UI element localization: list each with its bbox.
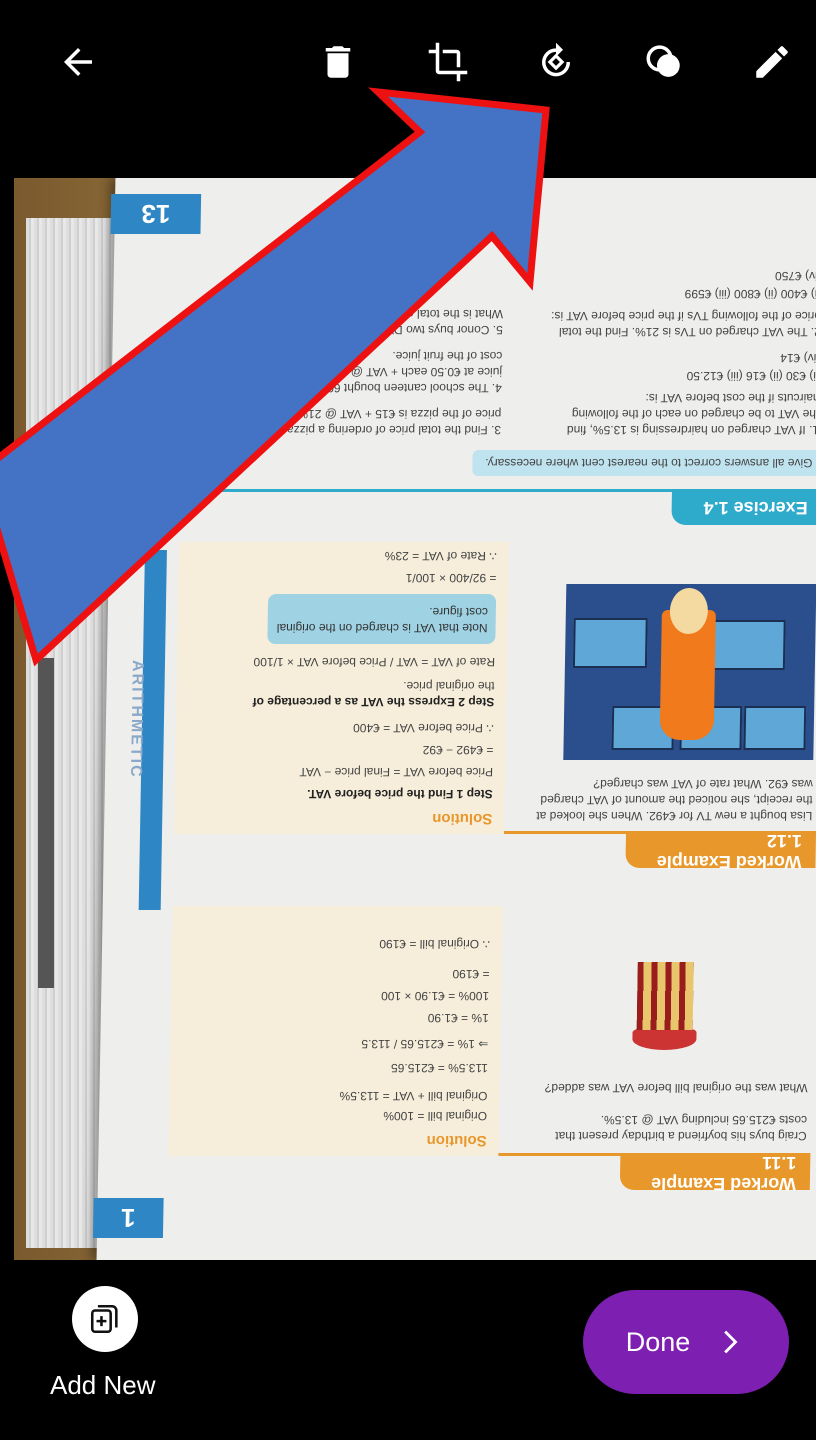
add-page-icon [90, 1304, 118, 1334]
edit-button[interactable] [740, 30, 804, 94]
we12-question-line: the receipt, she noticed the amount of V… [540, 793, 813, 807]
tv-shop-photo [563, 584, 816, 760]
add-new-button[interactable] [72, 1286, 138, 1352]
page-number-badge-13: 13 [110, 194, 202, 234]
rotate-icon [542, 42, 571, 77]
worked-example-1-12-title: Worked Example 1.12 [625, 831, 816, 872]
note-text: Note that VAT is charged on the original… [276, 605, 488, 635]
solution-label: Solution [432, 810, 493, 827]
exercise-item-line: price of the pizza is €15 + VAT @ 21%. [293, 407, 502, 421]
exercise-item-line: price of the following TVs if the price … [551, 309, 816, 323]
we12-step-line: Price before VAT = Final price − VAT [299, 765, 494, 779]
we11-solution-line: Original bill = 100% [383, 1109, 488, 1123]
section-rule [201, 489, 816, 492]
book-page: 13 1 ARITHMETIC Worked Example 1.11 Crai… [92, 178, 816, 1260]
gift-box-image [628, 960, 702, 1050]
we11-solution-line: 113.5% = €215.65 [390, 1061, 489, 1075]
add-new-label: Add New [50, 1370, 156, 1400]
exercise-item-line: 1. If VAT charged on hairdressing is 13.… [566, 423, 816, 437]
we12-step-line: = €492 − €92 [422, 743, 494, 757]
solution-label: Solution [426, 1132, 487, 1149]
exercise-item-line: the VAT to be charged on each of the fol… [571, 407, 816, 421]
exercise-item-line: (iv) €14 [780, 351, 816, 365]
top-toolbar [0, 0, 816, 130]
side-section-label: ARITHMETIC [126, 660, 146, 779]
exercise-item-line: 2. The VAT charged on TVs is 21%. Find t… [558, 325, 816, 339]
done-button[interactable]: Done [583, 1290, 789, 1394]
trash-icon [325, 46, 351, 78]
rotate-button[interactable] [524, 30, 588, 94]
we12-step-line: ∴ Price before VAT = €400 [353, 721, 494, 735]
done-label: Done [625, 1326, 691, 1357]
we11-question-line: What was the original bill before VAT wa… [544, 1081, 808, 1095]
we12-step-line: ∴ Rate of VAT = 23% [384, 549, 497, 563]
pencil-icon [756, 46, 788, 78]
we11-solution-line: ∴ Original bill = €190 [379, 937, 491, 951]
exercise-item-line: juice at €0.50 each + VAT @ 21%. Find th… [247, 365, 503, 379]
exercise-item-line: (i) €400 (ii) €800 (iii) €599 [684, 287, 816, 301]
we12-question-line: Lisa bought a new TV for €492. When she … [536, 809, 813, 823]
delete-button[interactable] [306, 30, 370, 94]
book-spine-shadow [38, 658, 54, 988]
exercise-item-line: 5. Conor buys two DVDs at €12 excluding … [253, 323, 503, 337]
arrow-left-icon [64, 48, 92, 76]
exercise-item-line: (iv) €750 [774, 269, 816, 283]
crop-icon [428, 42, 468, 82]
we12-step-line: = 92/400 × 100/1 [405, 571, 497, 585]
exercise-item-line: What is the total cost? [384, 307, 504, 321]
exercise-item-line: 3. Find the total price of ordering a pi… [257, 423, 502, 437]
worked-example-1-11-title: Worked Example 1.11 [619, 1153, 811, 1194]
we12-solution-box: Solution Step 1 Find the price before VA… [173, 542, 510, 834]
we11-question-line: Craig buys his boyfriend a birthday pres… [555, 1129, 807, 1143]
we12-step-line: Step 2 Express the VAT as a percentage o… [252, 695, 495, 709]
we12-step-line: Rate of VAT = VAT / Price before VAT × 1… [253, 655, 496, 669]
chevron-right-icon [724, 1330, 738, 1354]
exercise-item-line: (i) €30 (ii) €16 (iii) €12.50 [686, 369, 816, 383]
we11-solution-line: 100% = €1.90 × 100 [380, 989, 490, 1003]
back-button[interactable] [46, 30, 110, 94]
filter-icon [646, 45, 680, 77]
we12-step-line: Step 1 Find the price before VAT. [306, 787, 493, 801]
exercise-1-4-title: Exercise 1.4 [671, 491, 816, 525]
exercise-item-line: 4. The school canteen bought 60 cartons … [247, 381, 502, 395]
upside-down-content: 13 1 ARITHMETIC Worked Example 1.11 Crai… [92, 178, 816, 1260]
we11-question-line: costs €215.65 including VAT @ 13.5%. [600, 1113, 808, 1127]
scanned-document-photo: 13 1 ARITHMETIC Worked Example 1.11 Crai… [14, 178, 816, 1260]
crop-button[interactable] [416, 30, 480, 94]
exercise-instruction: Give all answers correct to the nearest … [472, 450, 816, 476]
we11-solution-line: Original bill + VAT = 113.5% [339, 1089, 488, 1103]
note-box: Note that VAT is charged on the original… [267, 594, 497, 644]
we11-solution-box: Solution Original bill = 100% Original b… [168, 906, 503, 1156]
filter-button[interactable] [632, 30, 696, 94]
we12-step-line: the original price. [403, 679, 495, 693]
we11-solution-line: 1% = €1.90 [427, 1011, 489, 1025]
we11-solution-line: ⇒ 1% = €215.65 / 113.5 [361, 1037, 489, 1051]
exercise-item-line: cost of the fruit juice. [392, 349, 503, 363]
exercise-item-line: haircuts if the cost before VAT is: [645, 391, 816, 405]
page-number-badge-1: 1 [92, 1198, 164, 1238]
we11-solution-line: = €190 [452, 967, 490, 981]
we12-question-line: was €92. What rate of VAT was charged? [593, 777, 813, 791]
